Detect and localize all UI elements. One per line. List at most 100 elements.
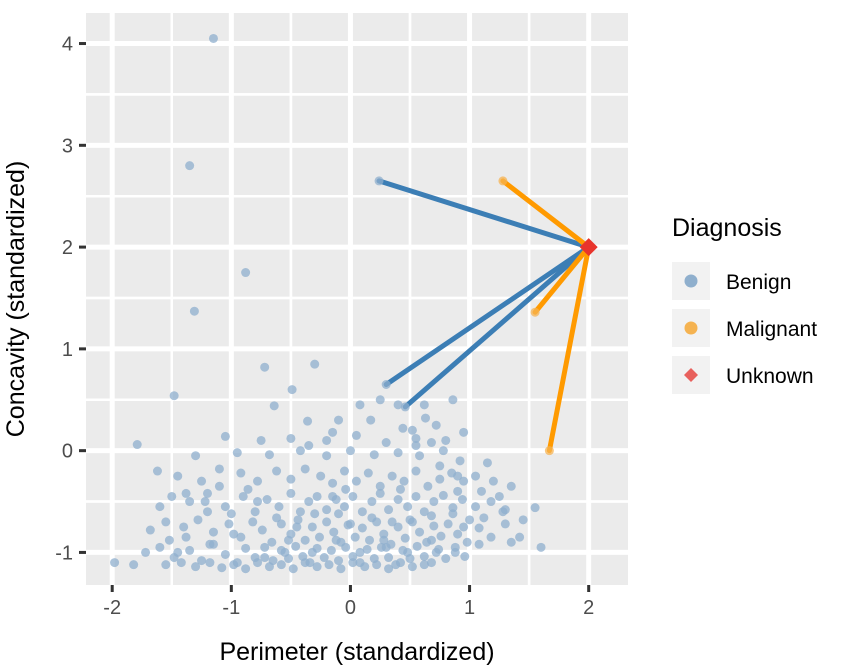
- data-point-benign: [287, 385, 297, 395]
- data-point-benign: [241, 268, 251, 278]
- data-point-benign: [384, 564, 394, 574]
- data-point-benign: [339, 466, 349, 476]
- data-point-benign: [326, 545, 336, 555]
- data-point-benign: [167, 491, 177, 501]
- y-axis-tick-label: 2: [62, 237, 73, 259]
- data-point-benign: [322, 451, 332, 461]
- data-point-benign: [176, 558, 186, 568]
- data-point-benign: [441, 435, 451, 445]
- data-point-benign: [420, 413, 430, 423]
- data-point-benign: [393, 400, 403, 410]
- data-point-benign: [411, 466, 421, 476]
- data-point-benign: [307, 522, 317, 532]
- data-point-benign: [448, 395, 458, 405]
- data-point-benign: [312, 491, 322, 501]
- data-point-benign: [262, 495, 272, 505]
- data-point-benign: [395, 558, 405, 568]
- data-point-benign: [232, 448, 242, 458]
- data-point-benign: [185, 161, 195, 171]
- y-axis-tick-label: 4: [62, 34, 73, 56]
- data-point-benign: [334, 509, 344, 519]
- data-point-benign: [272, 513, 282, 523]
- data-point-benign: [286, 488, 296, 498]
- data-point-benign: [415, 451, 425, 461]
- data-point-benign: [448, 509, 458, 519]
- data-point-malignant: [498, 176, 508, 186]
- data-point-benign: [429, 521, 439, 531]
- data-point-benign: [412, 541, 422, 551]
- data-point-benign: [226, 509, 236, 519]
- data-point-benign: [110, 558, 120, 568]
- data-point-benign: [220, 549, 230, 559]
- data-point-benign: [208, 33, 218, 43]
- data-point-benign: [518, 515, 528, 525]
- data-point-benign: [314, 532, 324, 542]
- data-point-benign: [455, 456, 465, 466]
- data-point-benign: [355, 547, 365, 557]
- data-point-benign: [403, 502, 413, 512]
- data-point-benign: [419, 560, 429, 570]
- data-point-benign: [205, 558, 215, 568]
- data-point-benign: [411, 491, 421, 501]
- data-point-benign: [145, 525, 155, 535]
- data-point-benign: [132, 440, 142, 450]
- data-point-benign: [426, 438, 436, 448]
- data-point-benign: [479, 513, 489, 523]
- data-point-benign: [264, 562, 274, 572]
- data-point-benign: [200, 497, 210, 507]
- data-point-benign: [152, 466, 162, 476]
- data-point-benign: [322, 505, 332, 515]
- data-point-benign: [459, 427, 469, 437]
- data-point-benign: [217, 563, 227, 573]
- data-point-benign: [474, 523, 484, 533]
- data-point-benign: [248, 517, 258, 527]
- y-axis-title: Concavity (standardized): [2, 161, 30, 438]
- data-point-benign: [341, 484, 351, 494]
- data-point-benign: [336, 564, 346, 574]
- data-point-benign: [393, 495, 403, 505]
- data-point-benign: [365, 535, 375, 545]
- data-point-benign: [303, 416, 313, 426]
- data-point-benign: [431, 547, 441, 557]
- data-point-benign: [328, 491, 338, 501]
- data-point-benign: [419, 400, 429, 410]
- data-point-benign: [506, 537, 516, 547]
- scatter-plot-figure: -2 -1 0 1 2 Perimeter (standardized) -1 0 1 2 3 4…: [0, 0, 864, 672]
- data-point-benign: [288, 564, 298, 574]
- data-point-benign: [453, 471, 463, 481]
- data-point-benign: [462, 537, 472, 547]
- data-point-benign: [328, 427, 338, 437]
- data-point-benign: [324, 560, 334, 570]
- data-point-benign: [329, 527, 339, 537]
- x-axis-tick-label: -2: [103, 597, 121, 619]
- data-point-benign: [357, 523, 367, 533]
- data-point-benign: [328, 478, 338, 488]
- x-axis-title: Perimeter (standardized): [219, 638, 494, 666]
- data-point-benign: [405, 515, 415, 525]
- data-point-benign: [443, 519, 453, 529]
- x-axis-tick-label: 0: [345, 597, 356, 619]
- data-point-benign: [381, 379, 391, 389]
- data-point-benign: [322, 435, 332, 445]
- data-point-benign: [351, 476, 361, 486]
- data-point-benign: [229, 529, 239, 539]
- x-axis-tick-label: 1: [464, 597, 475, 619]
- data-point-benign: [400, 533, 410, 543]
- x-axis-tick-label: 2: [583, 597, 594, 619]
- data-point-benign: [415, 527, 425, 537]
- data-point-benign: [141, 547, 151, 557]
- data-point-benign: [351, 430, 361, 440]
- data-point-benign: [284, 535, 294, 545]
- data-point-benign: [181, 488, 191, 498]
- data-point-benign: [241, 564, 251, 574]
- data-point-benign: [307, 547, 317, 557]
- data-point-benign: [214, 464, 224, 474]
- data-point-benign: [220, 431, 230, 441]
- data-point-benign: [260, 553, 270, 563]
- data-point-benign: [366, 415, 376, 425]
- data-point-benign: [357, 507, 367, 517]
- data-point-benign: [272, 466, 282, 476]
- legend-entry-label: Benign: [726, 271, 791, 294]
- data-point-benign: [161, 560, 171, 570]
- data-point-benign: [506, 481, 516, 491]
